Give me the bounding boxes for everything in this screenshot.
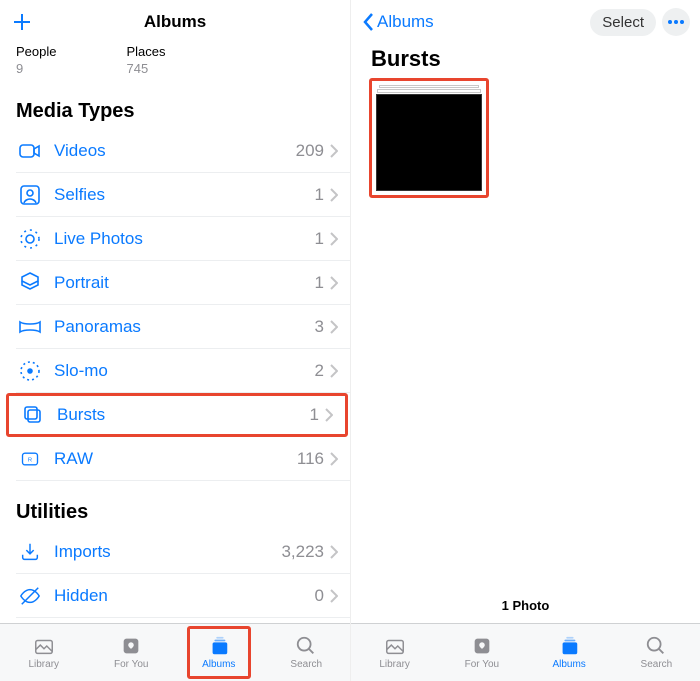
chevron-right-icon — [330, 188, 338, 202]
section-media-types: Media Types — [0, 80, 350, 129]
tab-library[interactable]: Library — [351, 624, 438, 681]
tab-for-you[interactable]: For You — [88, 624, 176, 681]
search-icon — [643, 635, 669, 657]
page-title: Bursts — [351, 44, 700, 78]
tab-albums[interactable]: Albums — [526, 624, 613, 681]
navbar: Albums Select — [351, 0, 700, 44]
library-icon — [31, 635, 57, 657]
add-album-button[interactable] — [10, 10, 34, 34]
row-panoramas[interactable]: Panoramas 3 — [16, 305, 350, 349]
album-people[interactable]: People 9 — [16, 44, 56, 76]
nav-title: Albums — [70, 12, 280, 32]
navbar: Albums — [0, 0, 350, 44]
photo-count: 1 Photo — [351, 588, 700, 623]
selfies-icon — [16, 181, 44, 209]
row-slomo[interactable]: Slo-mo 2 — [16, 349, 350, 393]
video-icon — [16, 137, 44, 165]
chevron-right-icon — [330, 232, 338, 246]
hidden-icon — [16, 582, 44, 610]
chevron-right-icon — [325, 408, 333, 422]
foryou-icon — [118, 635, 144, 657]
bursts-icon — [19, 401, 47, 429]
row-portrait[interactable]: Portrait 1 — [16, 261, 350, 305]
foryou-icon — [469, 635, 495, 657]
albums-icon — [556, 635, 582, 657]
albums-screen: Albums People 9 Places 745 Media Types V… — [0, 0, 350, 681]
section-utilities: Utilities — [0, 481, 350, 530]
row-raw[interactable]: R RAW 116 — [16, 437, 350, 481]
row-selfies[interactable]: Selfies 1 — [16, 173, 350, 217]
chevron-right-icon — [330, 545, 338, 559]
bursts-grid[interactable] — [351, 78, 700, 588]
more-button[interactable] — [662, 8, 690, 36]
slomo-icon — [16, 357, 44, 385]
back-button[interactable]: Albums — [361, 12, 434, 32]
tab-library[interactable]: Library — [0, 624, 88, 681]
chevron-right-icon — [330, 144, 338, 158]
ellipsis-icon — [668, 20, 684, 24]
tab-label: For You — [114, 659, 148, 670]
chevron-right-icon — [330, 452, 338, 466]
tab-bar: Library For You Albums Search — [351, 623, 700, 681]
tab-label: Library — [379, 659, 410, 670]
imports-icon — [16, 538, 44, 566]
chevron-right-icon — [330, 276, 338, 290]
tab-bar: Library For You Albums Search — [0, 623, 350, 681]
tab-label: Albums — [202, 659, 235, 670]
select-button[interactable]: Select — [590, 9, 656, 36]
tab-label: For You — [465, 659, 499, 670]
bursts-screen: Albums Select Bursts 1 Photo Library — [350, 0, 700, 681]
chevron-right-icon — [330, 364, 338, 378]
live-photos-icon — [16, 225, 44, 253]
row-live-photos[interactable]: Live Photos 1 — [16, 217, 350, 261]
row-bursts[interactable]: Bursts 1 — [6, 393, 348, 437]
tab-label: Library — [28, 659, 59, 670]
portrait-icon — [16, 269, 44, 297]
tab-albums[interactable]: Albums — [175, 624, 263, 681]
raw-icon: R — [16, 445, 44, 473]
panoramas-icon — [16, 313, 44, 341]
burst-thumbnail[interactable] — [369, 78, 489, 198]
album-places[interactable]: Places 745 — [126, 44, 165, 76]
search-icon — [293, 635, 319, 657]
tab-label: Search — [641, 659, 673, 670]
albums-scroll[interactable]: People 9 Places 745 Media Types Videos 2… — [0, 44, 350, 623]
tab-for-you[interactable]: For You — [438, 624, 525, 681]
chevron-right-icon — [330, 320, 338, 334]
svg-text:R: R — [28, 457, 32, 463]
row-hidden[interactable]: Hidden 0 — [16, 574, 350, 618]
tab-label: Albums — [552, 659, 585, 670]
tab-search[interactable]: Search — [613, 624, 700, 681]
tab-label: Search — [290, 659, 322, 670]
tab-search[interactable]: Search — [263, 624, 351, 681]
row-imports[interactable]: Imports 3,223 — [16, 530, 350, 574]
chevron-right-icon — [330, 589, 338, 603]
library-icon — [382, 635, 408, 657]
albums-icon — [206, 635, 232, 657]
row-videos[interactable]: Videos 209 — [16, 129, 350, 173]
back-label: Albums — [377, 12, 434, 32]
